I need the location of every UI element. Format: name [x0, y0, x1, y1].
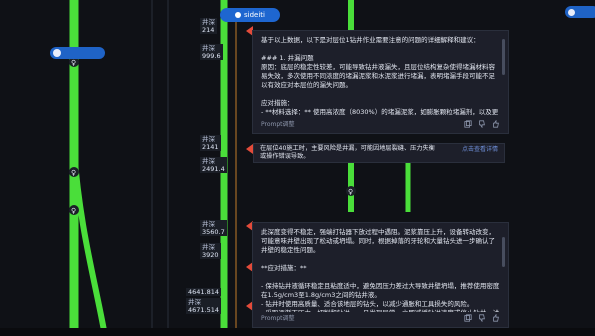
node-dot-icon — [568, 8, 575, 16]
prompt-adjust-link[interactable]: Prompt调整 — [261, 120, 295, 129]
summary-text: 在层位40施工时，主要风险是井漏，可能因地层裂缝、压力失衡或操作错误导致。 — [260, 145, 435, 160]
depth-label: 井深 3560.7 — [200, 220, 227, 236]
node-dot-icon — [53, 49, 61, 57]
depth-label: 井深 2491.4 — [200, 157, 227, 173]
depth-value: 2141 — [200, 143, 221, 151]
depth-title: 井深 — [200, 243, 221, 251]
node-dot-icon — [235, 12, 241, 18]
thumbs-down-icon[interactable] — [478, 120, 486, 128]
depth-value: 4671.514 — [186, 306, 222, 314]
depth-value: 3920 — [200, 251, 221, 259]
horizontal-scrollbar[interactable] — [0, 328, 595, 336]
depth-label: 4641.814 — [186, 288, 222, 296]
depth-value: 4641.814 — [186, 288, 222, 296]
thumbs-up-icon[interactable] — [492, 120, 500, 128]
panel-text: 基于以上数据，以下是对层位1钻井作业需要注意的问题的详细解释和建议： ### 1… — [261, 36, 499, 116]
depth-value: 999.6 — [200, 52, 223, 60]
depth-title: 井深 — [200, 18, 217, 26]
svg-text:♀: ♀ — [71, 169, 76, 177]
node-marker-4: ♀ — [346, 186, 356, 196]
top-node-pill[interactable]: sideiti — [220, 8, 280, 22]
well-path-left-branch — [71, 149, 108, 336]
depth-title: 井深 — [200, 220, 227, 228]
depth-value: 3560.7 — [200, 228, 227, 236]
depth-value: 214 — [200, 26, 217, 34]
depth-label: 井深 999.6 — [200, 44, 223, 60]
depth-label: 井深 2141 — [200, 135, 221, 151]
analysis-panel-top: 基于以上数据，以下是对层位1钻井作业需要注意的问题的详细解释和建议： ### 1… — [252, 30, 509, 134]
node-marker-2: ♀ — [69, 167, 79, 177]
panel-footer: Prompt调整 — [261, 119, 500, 129]
pointer-arrow — [246, 144, 253, 154]
panel-scrollbar[interactable] — [502, 39, 505, 75]
depth-title: 井深 — [200, 135, 221, 143]
summary-panel: 在层位40施工时，主要风险是井漏，可能因地层裂缝、压力失衡或操作错误导致。 点击… — [253, 143, 505, 163]
view-details-link[interactable]: 点击查看详情 — [462, 146, 498, 154]
depth-label: 井深 214 — [200, 18, 217, 34]
svg-text:♀: ♀ — [71, 207, 76, 215]
analysis-panel-bottom: 此深度变得不稳定，强端打钻器下放过程中遇阻。泥浆靠压上升，设备转动改变，可能意味… — [252, 222, 509, 328]
depth-title: 井深 — [200, 44, 223, 52]
panel-scrollbar[interactable] — [502, 237, 505, 267]
svg-text:♀: ♀ — [348, 188, 353, 196]
copy-icon[interactable] — [464, 120, 472, 128]
depth-title: 井深 — [186, 298, 222, 306]
depth-label: 井深 4671.514 — [186, 298, 222, 314]
left-node-pill[interactable] — [50, 47, 105, 59]
depth-title: 井深 — [200, 157, 227, 165]
panel-footer: Prompt调整 — [261, 313, 500, 323]
thumbs-up-icon[interactable] — [492, 314, 500, 322]
copy-icon[interactable] — [464, 314, 472, 322]
depth-label: 井深 3920 — [200, 243, 221, 259]
prompt-adjust-link[interactable]: Prompt调整 — [261, 314, 295, 323]
top-node-label: sideiti — [244, 11, 265, 19]
thumbs-down-icon[interactable] — [478, 314, 486, 322]
right-node-pill[interactable] — [565, 6, 595, 18]
node-marker-3: ♀ — [69, 205, 79, 215]
svg-text:♀: ♀ — [71, 59, 76, 67]
panel-text: 此深度变得不稳定，强端打钻器下放过程中遇阻。泥浆靠压上升，设备转动改变，可能意味… — [261, 228, 500, 312]
depth-value: 2491.4 — [200, 165, 227, 173]
